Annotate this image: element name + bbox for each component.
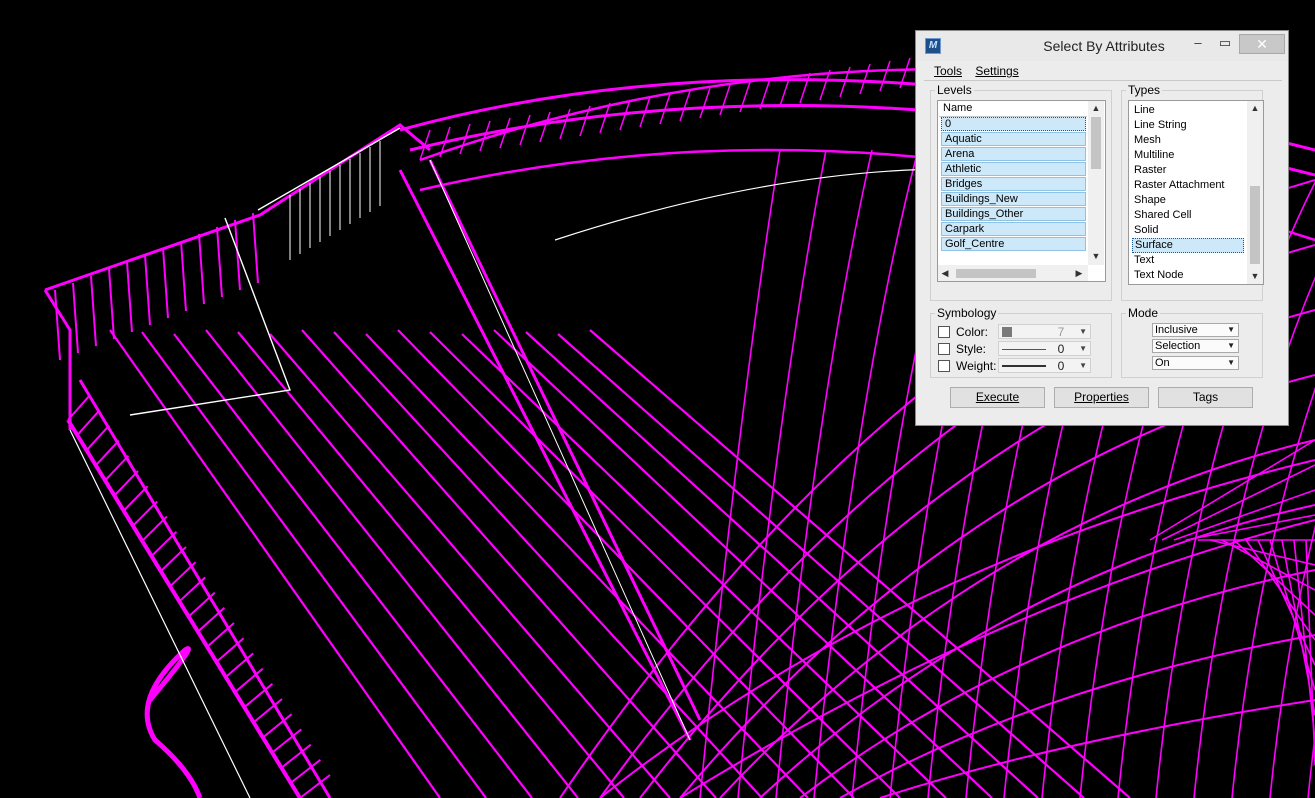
type-item[interactable]: Line bbox=[1132, 103, 1244, 118]
mode-select[interactable]: Inclusive ▼ bbox=[1152, 323, 1239, 337]
menu-settings[interactable]: Settings bbox=[975, 64, 1018, 78]
level-item[interactable]: Buildings_Other bbox=[941, 207, 1086, 221]
execute-button[interactable]: Execute bbox=[950, 387, 1045, 408]
chevron-down-icon: ▼ bbox=[1227, 358, 1235, 367]
scroll-left-icon[interactable]: ◀ bbox=[938, 265, 952, 281]
style-picker[interactable]: 0 ▼ bbox=[998, 341, 1091, 356]
type-item[interactable]: Multiline bbox=[1132, 148, 1244, 163]
scroll-up-icon[interactable]: ▲ bbox=[1088, 101, 1104, 115]
weight-checkbox[interactable] bbox=[938, 360, 950, 372]
line-style-preview bbox=[1002, 349, 1046, 350]
scroll-thumb[interactable] bbox=[1250, 186, 1260, 264]
types-group-label: Types bbox=[1128, 83, 1161, 97]
type-item[interactable]: Mesh bbox=[1132, 133, 1244, 148]
scroll-thumb[interactable] bbox=[1091, 117, 1101, 169]
type-item-selected[interactable]: Surface bbox=[1132, 238, 1244, 253]
weight-picker[interactable]: 0 ▼ bbox=[998, 358, 1091, 373]
level-item[interactable]: Bridges bbox=[941, 177, 1086, 191]
minimize-button[interactable]: – bbox=[1186, 34, 1210, 54]
style-value: 0 bbox=[1057, 342, 1065, 356]
menu-bar: Tools Settings bbox=[924, 64, 1282, 81]
select-by-attributes-dialog: M Select By Attributes – ▭ ✕ Tools Setti… bbox=[915, 30, 1289, 426]
scroll-right-icon[interactable]: ▶ bbox=[1072, 265, 1086, 281]
line-weight-preview bbox=[1002, 365, 1046, 367]
levels-horizontal-scrollbar[interactable]: ◀ ▶ bbox=[938, 265, 1088, 281]
mode-group-label: Mode bbox=[1128, 306, 1159, 320]
color-checkbox[interactable] bbox=[938, 326, 950, 338]
style-checkbox[interactable] bbox=[938, 343, 950, 355]
chevron-down-icon: ▼ bbox=[1079, 327, 1087, 336]
level-item[interactable]: Carpark bbox=[941, 222, 1086, 236]
scroll-down-icon[interactable]: ▼ bbox=[1088, 249, 1104, 263]
type-item[interactable]: Line String bbox=[1132, 118, 1244, 133]
color-swatch bbox=[1002, 327, 1012, 337]
types-list[interactable]: Line Line String Mesh Multiline Raster R… bbox=[1128, 100, 1264, 285]
type-item[interactable]: Raster Attachment bbox=[1132, 178, 1244, 193]
chevron-down-icon: ▼ bbox=[1227, 325, 1235, 334]
dialog-titlebar[interactable]: M Select By Attributes – ▭ ✕ bbox=[916, 31, 1288, 61]
type-item[interactable]: Solid bbox=[1132, 223, 1244, 238]
levels-column-header[interactable]: Name bbox=[939, 102, 1087, 117]
scroll-thumb[interactable] bbox=[956, 269, 1036, 278]
type-item[interactable]: Raster bbox=[1132, 163, 1244, 178]
maximize-button[interactable]: ▭ bbox=[1213, 34, 1237, 54]
symbology-group-label: Symbology bbox=[937, 306, 997, 320]
type-item[interactable]: Shared Cell bbox=[1132, 208, 1244, 223]
weight-value: 0 bbox=[1057, 359, 1065, 373]
chevron-down-icon: ▼ bbox=[1079, 344, 1087, 353]
type-item[interactable]: Text Node bbox=[1132, 268, 1244, 283]
levels-list[interactable]: Name 0 Aquatic Arena Athletic Bridges Bu… bbox=[937, 100, 1106, 282]
close-button[interactable]: ✕ bbox=[1239, 34, 1285, 54]
chevron-down-icon: ▼ bbox=[1227, 341, 1235, 350]
type-item[interactable]: Text bbox=[1132, 253, 1244, 268]
style-label: Style: bbox=[956, 342, 987, 356]
level-item[interactable]: Athletic bbox=[941, 162, 1086, 176]
type-item[interactable]: Shape bbox=[1132, 193, 1244, 208]
level-item[interactable]: Golf_Centre bbox=[941, 237, 1086, 251]
level-item[interactable]: Buildings_New bbox=[941, 192, 1086, 206]
color-value: 7 bbox=[1057, 325, 1065, 339]
weight-label: Weight: bbox=[956, 359, 997, 373]
levels-vertical-scrollbar[interactable]: ▲ ▼ bbox=[1088, 101, 1104, 265]
color-picker[interactable]: 7 ▼ bbox=[998, 324, 1091, 339]
chevron-down-icon: ▼ bbox=[1079, 361, 1087, 370]
scroll-up-icon[interactable]: ▲ bbox=[1247, 101, 1263, 115]
menu-tools[interactable]: Tools bbox=[934, 64, 962, 78]
scroll-down-icon[interactable]: ▼ bbox=[1247, 269, 1263, 283]
level-item[interactable]: 0 bbox=[941, 117, 1086, 131]
level-item[interactable]: Arena bbox=[941, 147, 1086, 161]
levels-group-label: Levels bbox=[937, 83, 972, 97]
level-item[interactable]: Aquatic bbox=[941, 132, 1086, 146]
state-select[interactable]: On ▼ bbox=[1152, 356, 1239, 370]
color-label: Color: bbox=[956, 325, 989, 339]
tags-button[interactable]: Tags bbox=[1158, 387, 1253, 408]
types-vertical-scrollbar[interactable]: ▲ ▼ bbox=[1247, 101, 1263, 284]
properties-button[interactable]: Properties bbox=[1054, 387, 1149, 408]
selection-select[interactable]: Selection ▼ bbox=[1152, 339, 1239, 353]
